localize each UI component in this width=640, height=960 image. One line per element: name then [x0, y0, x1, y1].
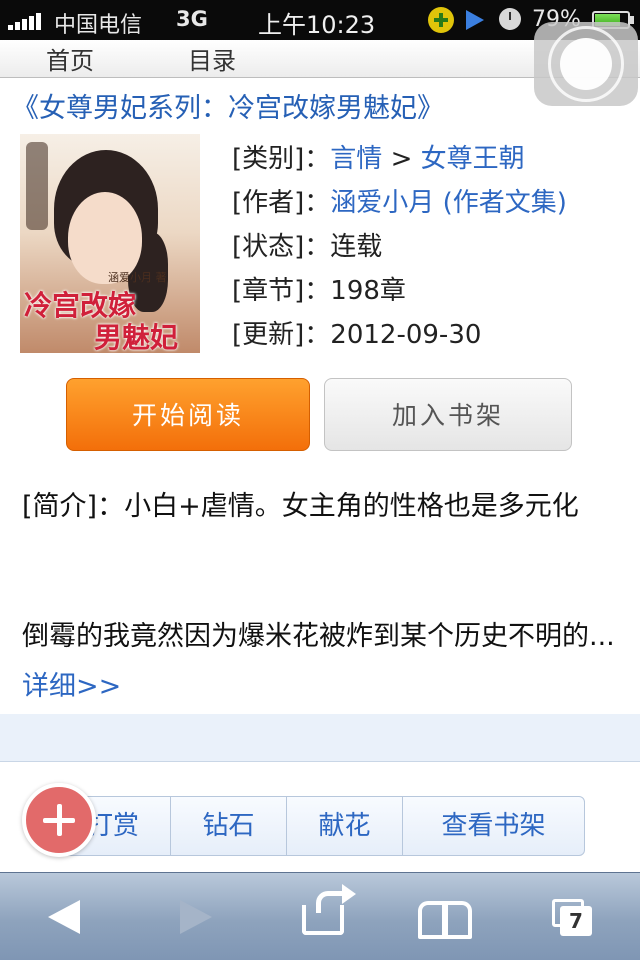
info-updated: [更新]：2012-09-30 — [232, 314, 481, 351]
nav-catalog-link[interactable]: 目录 — [188, 41, 236, 76]
flower-button[interactable]: 献花 — [287, 797, 403, 855]
author-link[interactable]: 涵爱小月 — [330, 188, 434, 218]
intro-summary: [简介]：小白+虐情。女主角的性格也是多元化 — [22, 491, 579, 522]
cover-calligraphy — [26, 142, 48, 230]
category-label: [类别]： — [232, 144, 331, 174]
cover-title-line2: 男魅妃 — [94, 321, 179, 353]
forward-icon[interactable] — [170, 873, 230, 960]
info-category: [类别]：言情 > 女尊王朝 — [232, 138, 525, 175]
tab-count: 7 — [560, 906, 592, 936]
chapters-value: 198章 — [330, 276, 406, 306]
status-label: [状态]： — [232, 232, 331, 262]
tabs-icon[interactable]: 7 — [546, 873, 606, 960]
category-separator: > — [382, 144, 421, 174]
signal-bars-icon — [8, 12, 48, 30]
assistive-touch-core — [560, 38, 612, 90]
action-bar: 打赏 钻石 献花 查看书架 — [55, 796, 585, 856]
chapters-label: [章节]： — [232, 276, 331, 306]
battery-tip — [630, 16, 634, 24]
updated-label: [更新]： — [232, 320, 331, 350]
info-status: [状态]：连载 — [232, 226, 382, 263]
clock-icon — [499, 8, 521, 30]
back-icon[interactable] — [40, 873, 100, 960]
info-author: [作者]：涵爱小月 (作者文集) — [232, 182, 567, 219]
share-arrowhead — [342, 884, 356, 904]
intro-excerpt-text: 倒霉的我竟然因为爆米花被炸到某个历史不明的... — [22, 621, 615, 652]
intro-more-link[interactable]: 详细>> — [22, 671, 121, 702]
intro-excerpt: 倒霉的我竟然因为爆米花被炸到某个历史不明的... 详细>> — [22, 612, 634, 712]
share-icon[interactable] — [296, 873, 360, 960]
section-divider-band — [0, 714, 640, 762]
plus-badge-icon — [428, 7, 454, 33]
nav-home-link[interactable]: 首页 — [46, 41, 94, 76]
category-sub-link[interactable]: 女尊王朝 — [421, 144, 525, 174]
network-type: 3G — [176, 7, 208, 31]
view-shelf-button[interactable]: 查看书架 — [403, 797, 584, 855]
bookmarks-icon[interactable] — [412, 873, 476, 960]
book-title[interactable]: 《女尊男妃系列：冷宫改嫁男魅妃》 — [12, 86, 444, 125]
play-icon — [466, 10, 484, 30]
author-works-link[interactable]: (作者文集) — [434, 188, 567, 218]
add-to-shelf-button[interactable]: 加入书架 — [324, 378, 572, 451]
cover-author-text: 涵爱小月 著 — [108, 271, 167, 284]
floating-plus-button[interactable] — [22, 783, 96, 857]
author-label: [作者]： — [232, 188, 331, 218]
status-time: 上午10:23 — [258, 11, 376, 39]
browser-toolbar: 7 — [0, 872, 640, 960]
status-value: 连载 — [330, 232, 383, 262]
start-reading-button[interactable]: 开始阅读 — [66, 378, 310, 451]
info-chapters: [章节]：198章 — [232, 270, 406, 307]
assistive-touch-button[interactable] — [534, 22, 638, 106]
category-main-link[interactable]: 言情 — [330, 144, 382, 174]
diamond-button[interactable]: 钻石 — [171, 797, 287, 855]
updated-value: 2012-09-30 — [330, 320, 482, 350]
carrier-name: 中国电信 — [54, 13, 143, 38]
book-cover-image[interactable]: 涵爱小月 著 冷宫改嫁 男魅妃 — [20, 134, 200, 353]
